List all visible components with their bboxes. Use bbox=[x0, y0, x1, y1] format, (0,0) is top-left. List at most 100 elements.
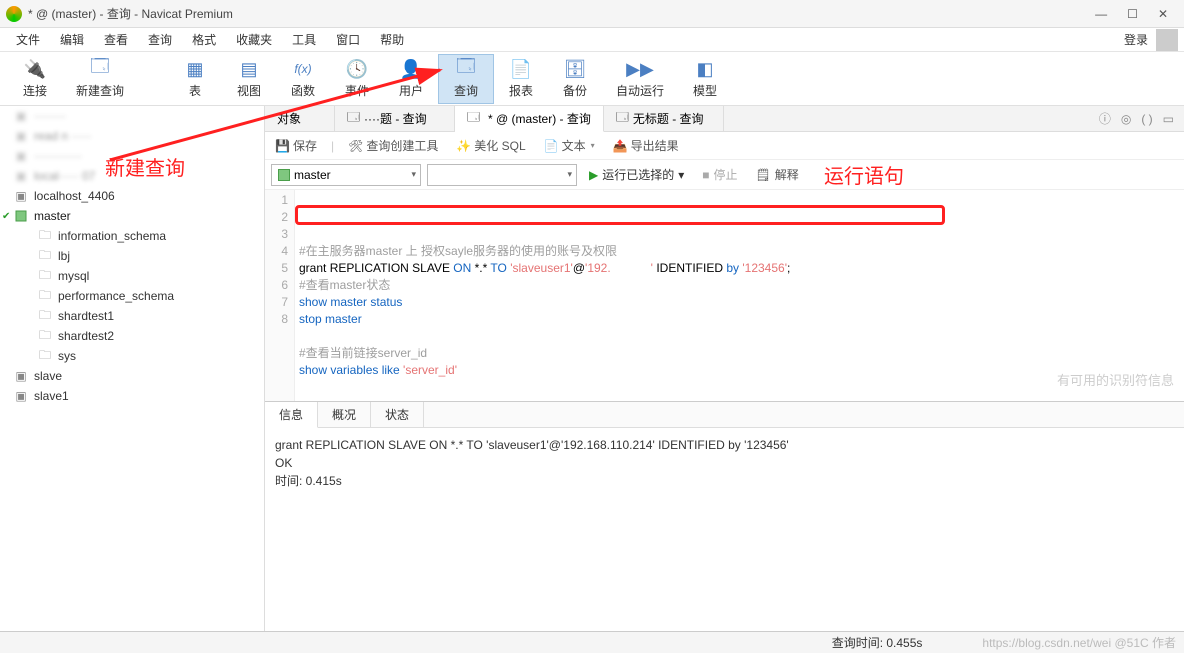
tool-new-query[interactable]: 🗔新建查询 bbox=[62, 54, 138, 104]
tree-item-blurred[interactable]: ▣read n ····· bbox=[0, 126, 264, 146]
tool-user[interactable]: 👤用户 bbox=[384, 54, 438, 104]
query-icon: 🗔 bbox=[616, 108, 629, 129]
tree-item-shardtest1[interactable]: 🗀shardtest1 bbox=[0, 306, 264, 326]
builder-button[interactable]: 🛠 查询创建工具 bbox=[344, 135, 442, 156]
tab-query-untitled[interactable]: 🗔无标题 - 查询 bbox=[604, 106, 724, 131]
menu-view[interactable]: 查看 bbox=[94, 31, 138, 48]
tree-item-slave1[interactable]: ▣slave1 bbox=[0, 386, 264, 406]
tree-item-mysql[interactable]: 🗀mysql bbox=[0, 266, 264, 286]
tool-table[interactable]: ▦表 bbox=[168, 54, 222, 104]
query-icon: 🗔 bbox=[467, 108, 480, 129]
tab-query-active[interactable]: 🗔* @ (master) - 查询 bbox=[455, 106, 604, 132]
window-title: * @ (master) - 查询 - Navicat Premium bbox=[28, 5, 1095, 22]
db-grey-icon: ▣ bbox=[14, 369, 28, 383]
fx-icon: f(x) bbox=[290, 58, 316, 80]
minimize-button[interactable]: — bbox=[1095, 7, 1107, 21]
query-icon: 🗔 bbox=[347, 108, 360, 129]
tool-connection[interactable]: 🔌连接 bbox=[8, 54, 62, 104]
tree-item-information-schema[interactable]: 🗀information_schema bbox=[0, 226, 264, 246]
tool-autorun[interactable]: ▶▶自动运行 bbox=[602, 54, 678, 104]
chevron-down-icon: ▾ bbox=[567, 169, 572, 180]
login-link[interactable]: 登录 bbox=[1120, 31, 1152, 48]
brackets-icon[interactable]: ( ) bbox=[1141, 112, 1152, 126]
stop-button[interactable]: ■停止 bbox=[696, 164, 743, 185]
tree-item-shardtest2[interactable]: 🗀shardtest2 bbox=[0, 326, 264, 346]
tool-view[interactable]: ▤视图 bbox=[222, 54, 276, 104]
window-controls: — ☐ ✕ bbox=[1095, 7, 1178, 21]
tree-item-blurred[interactable]: ▣········ bbox=[0, 106, 264, 126]
menu-favorites[interactable]: 收藏夹 bbox=[226, 31, 282, 48]
sql-editor[interactable]: 12345678 #在主服务器master 上 授权sayle服务器的使用的账号… bbox=[265, 190, 1184, 401]
tree-item-lbj[interactable]: 🗀lbj bbox=[0, 246, 264, 266]
menu-format[interactable]: 格式 bbox=[182, 31, 226, 48]
tab-objects[interactable]: 对象 bbox=[265, 106, 335, 131]
tool-model[interactable]: ◧模型 bbox=[678, 54, 732, 104]
tree-item-localhost4406[interactable]: ▣localhost_4406 bbox=[0, 186, 264, 206]
stop-icon: ■ bbox=[702, 168, 709, 182]
save-button[interactable]: 💾 保存 bbox=[271, 135, 321, 156]
menu-help[interactable]: 帮助 bbox=[370, 31, 414, 48]
title-bar: * @ (master) - 查询 - Navicat Premium — ☐ … bbox=[0, 0, 1184, 28]
tree-item-blurred[interactable]: ▣············ bbox=[0, 146, 264, 166]
menu-file[interactable]: 文件 bbox=[6, 31, 50, 48]
window-icon[interactable]: ▭ bbox=[1163, 112, 1174, 126]
editor-tabs: 对象 🗔····题 - 查询 🗔* @ (master) - 查询 🗔无标题 -… bbox=[265, 106, 1184, 132]
tool-function[interactable]: f(x)函数 bbox=[276, 54, 330, 104]
chevron-down-icon: ▾ bbox=[678, 168, 684, 182]
plug-icon: 🔌 bbox=[22, 58, 48, 80]
dbitem-icon: 🗀 bbox=[38, 329, 52, 343]
dbitem-icon: 🗀 bbox=[38, 289, 52, 303]
menu-bar: 文件 编辑 查看 查询 格式 收藏夹 工具 窗口 帮助 登录 bbox=[0, 28, 1184, 52]
results-body[interactable]: grant REPLICATION SLAVE ON *.* TO 'slave… bbox=[265, 428, 1184, 631]
tab-query-1[interactable]: 🗔····题 - 查询 bbox=[335, 106, 455, 131]
tool-backup[interactable]: 🗄备份 bbox=[548, 54, 602, 104]
info-icon[interactable]: ⓘ bbox=[1099, 110, 1111, 127]
check-icon: ✔ bbox=[2, 211, 10, 222]
main-toolbar: 🔌连接 🗔新建查询 ▦表 ▤视图 f(x)函数 🕓事件 👤用户 🗔查询 📄报表 … bbox=[0, 52, 1184, 106]
tool-query[interactable]: 🗔查询 bbox=[438, 54, 494, 104]
tree-item-sys[interactable]: 🗀sys bbox=[0, 346, 264, 366]
dbitem-icon: 🗀 bbox=[38, 249, 52, 263]
tool-report[interactable]: 📄报表 bbox=[494, 54, 548, 104]
export-button[interactable]: 📤 导出结果 bbox=[609, 135, 683, 156]
results-tab-info[interactable]: 信息 bbox=[265, 402, 318, 428]
menu-query[interactable]: 查询 bbox=[138, 31, 182, 48]
circle-icon[interactable]: ◎ bbox=[1121, 112, 1131, 126]
explain-button[interactable]: 🗒解释 bbox=[750, 164, 805, 185]
status-query-time: 查询时间: 0.455s bbox=[832, 634, 923, 651]
auto-icon: ▶▶ bbox=[627, 58, 653, 80]
results-panel: 信息 概况 状态 grant REPLICATION SLAVE ON *.* … bbox=[265, 401, 1184, 631]
status-watermark: https://blog.csdn.net/wei @51C 作者 bbox=[982, 634, 1176, 651]
tool-event[interactable]: 🕓事件 bbox=[330, 54, 384, 104]
tree-item-performance-schema[interactable]: 🗀performance_schema bbox=[0, 286, 264, 306]
menu-window[interactable]: 窗口 bbox=[326, 31, 370, 48]
avatar-icon[interactable] bbox=[1156, 29, 1178, 51]
new-query-icon: 🗔 bbox=[87, 58, 113, 80]
play-icon: ▶ bbox=[589, 168, 598, 182]
view-icon: ▤ bbox=[236, 58, 262, 80]
db-green-icon bbox=[14, 209, 28, 223]
explain-icon: 🗒 bbox=[756, 168, 771, 182]
menu-edit[interactable]: 编辑 bbox=[50, 31, 94, 48]
text-button[interactable]: 📄 文本▾ bbox=[540, 135, 599, 156]
report-icon: 📄 bbox=[508, 58, 534, 80]
editor-code[interactable]: #在主服务器master 上 授权sayle服务器的使用的账号及权限grant … bbox=[295, 190, 1184, 401]
results-tabs: 信息 概况 状态 bbox=[265, 402, 1184, 428]
connection-select[interactable]: master▾ bbox=[271, 164, 421, 186]
connection-tree[interactable]: ▣········ ▣read n ····· ▣············ ▣l… bbox=[0, 106, 265, 631]
beautify-button[interactable]: ✨ 美化 SQL bbox=[452, 135, 529, 156]
backup-icon: 🗄 bbox=[562, 58, 588, 80]
tree-item-master[interactable]: ✔master bbox=[0, 206, 264, 226]
tree-item-blurred[interactable]: ▣local····· 07 bbox=[0, 166, 264, 186]
maximize-button[interactable]: ☐ bbox=[1127, 7, 1138, 21]
query-toolbar-2: master▾ ▾ ▶运行已选择的▾ ■停止 🗒解释 bbox=[265, 160, 1184, 190]
db-green-icon bbox=[278, 169, 290, 181]
chevron-down-icon: ▾ bbox=[411, 169, 416, 180]
results-tab-status[interactable]: 状态 bbox=[371, 402, 424, 427]
menu-tools[interactable]: 工具 bbox=[282, 31, 326, 48]
database-select[interactable]: ▾ bbox=[427, 164, 577, 186]
close-button[interactable]: ✕ bbox=[1158, 7, 1168, 21]
tree-item-slave[interactable]: ▣slave bbox=[0, 366, 264, 386]
results-tab-profile[interactable]: 概况 bbox=[318, 402, 371, 427]
run-selected-button[interactable]: ▶运行已选择的▾ bbox=[583, 164, 690, 185]
